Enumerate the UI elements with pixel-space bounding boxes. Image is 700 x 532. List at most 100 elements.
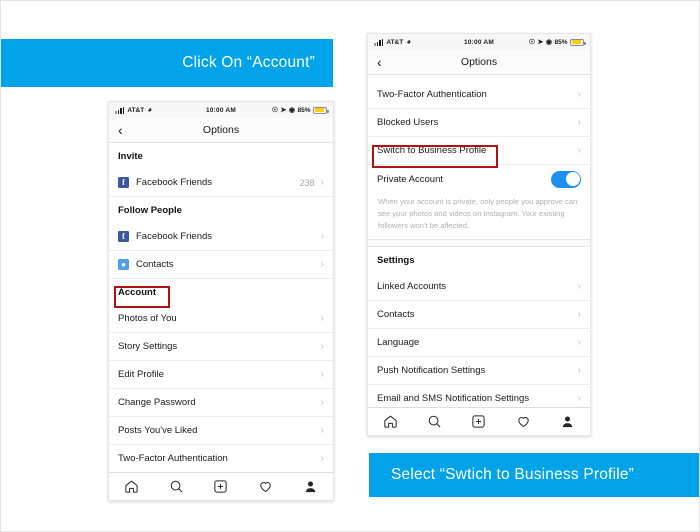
- list-item-contacts[interactable]: Contacts ›: [368, 301, 590, 330]
- section-header-invite: Invite: [109, 143, 333, 169]
- nav-bar-right: ‹ Options: [368, 50, 590, 75]
- rotation-lock-icon: ◉: [545, 38, 552, 46]
- chevron-right-icon: ›: [577, 88, 581, 100]
- tab-bar-left[interactable]: [109, 472, 333, 500]
- chevron-right-icon: ›: [577, 364, 581, 376]
- list-item-label: Edit Profile: [118, 369, 164, 380]
- section-divider: [368, 239, 590, 248]
- list-item-two-factor-authentication[interactable]: Two-Factor Authentication ›: [109, 445, 333, 472]
- search-icon[interactable]: [427, 414, 442, 429]
- facebook-icon: f: [118, 231, 129, 242]
- list-item-change-password[interactable]: Change Password ›: [109, 389, 333, 417]
- location-arrow-icon: ➤: [280, 106, 287, 114]
- list-item-label: Change Password: [118, 397, 196, 408]
- alarm-icon: ☉: [528, 38, 535, 46]
- page-title: Options: [202, 124, 240, 136]
- chevron-right-icon: ›: [320, 368, 324, 380]
- profile-icon[interactable]: [303, 479, 318, 494]
- search-icon[interactable]: [169, 479, 184, 494]
- section-header-label: Follow People: [118, 204, 182, 216]
- list-item-push-notification-settings[interactable]: Push Notification Settings ›: [368, 357, 590, 386]
- chevron-right-icon: ›: [577, 144, 581, 156]
- nav-bar-left: ‹ Options: [109, 118, 333, 143]
- contacts-icon: ●: [118, 259, 129, 270]
- list-item-label: Private Account: [377, 173, 444, 185]
- activity-heart-icon[interactable]: [258, 479, 273, 494]
- list-item-contacts[interactable]: ● Contacts ›: [109, 251, 333, 279]
- facebook-icon: f: [118, 177, 129, 188]
- list-item-label: Posts You've Liked: [118, 425, 198, 436]
- carrier-label: AT&T: [127, 106, 145, 114]
- private-account-description: When your account is private, only peopl…: [378, 197, 578, 230]
- screenshot-canvas: Click On “Account” Select “Swtich to Bus…: [0, 0, 700, 532]
- chevron-left-icon[interactable]: ‹: [118, 123, 123, 137]
- chevron-right-icon: ›: [320, 176, 324, 188]
- status-bar-time: 10:00 AM: [464, 38, 494, 46]
- wifi-icon: ◕: [406, 37, 412, 46]
- list-item-email-and-sms-notification-settings[interactable]: Email and SMS Notification Settings ›: [368, 385, 590, 407]
- list-item-label: Photos of You: [118, 313, 177, 324]
- list-item-label: Linked Accounts: [377, 281, 447, 293]
- list-item-posts-youve-liked[interactable]: Posts You've Liked ›: [109, 417, 333, 445]
- section-header-account[interactable]: Account: [109, 279, 333, 305]
- list-item-count: 238: [299, 177, 315, 188]
- list-item-edit-profile[interactable]: Edit Profile ›: [109, 361, 333, 389]
- list-item-label: Switch to Business Profile: [377, 145, 487, 156]
- location-arrow-icon: ➤: [537, 38, 544, 46]
- chevron-left-icon[interactable]: ‹: [377, 55, 382, 69]
- home-icon[interactable]: [124, 479, 139, 494]
- rotation-lock-icon: ◉: [288, 106, 295, 114]
- list-item-facebook-friends-invite[interactable]: f Facebook Friends 238 ›: [109, 169, 333, 197]
- list-item-facebook-friends-follow[interactable]: f Facebook Friends ›: [109, 223, 333, 251]
- carrier-label: AT&T: [386, 38, 404, 46]
- list-item-label: Two-Factor Authentication: [377, 89, 487, 100]
- list-item-label: Contacts: [136, 259, 174, 270]
- section-header-label: Invite: [118, 150, 143, 162]
- tab-bar-right[interactable]: [368, 407, 590, 435]
- profile-icon[interactable]: [560, 414, 575, 429]
- phone-screenshot-left: AT&T ◕ 10:00 AM ☉ ➤ ◉ 85% ‹ Options Invi…: [108, 101, 334, 501]
- private-account-toggle[interactable]: [551, 170, 581, 188]
- chevron-right-icon: ›: [320, 312, 324, 324]
- section-header-label: Account: [118, 286, 156, 298]
- page-title: Options: [460, 56, 498, 68]
- list-item-photos-of-you[interactable]: Photos of You ›: [109, 305, 333, 333]
- list-item-blocked-users[interactable]: Blocked Users ›: [368, 109, 590, 137]
- chevron-right-icon: ›: [320, 452, 324, 464]
- chevron-right-icon: ›: [320, 340, 324, 352]
- activity-heart-icon[interactable]: [516, 414, 531, 429]
- battery-percent-label: 85%: [554, 38, 568, 46]
- toggle-knob: [565, 172, 580, 186]
- status-bar-left: AT&T ◕ 10:00 AM ☉ ➤ ◉ 85%: [109, 102, 333, 118]
- status-bar-left-group: AT&T ◕: [374, 38, 464, 46]
- section-header-settings: Settings: [368, 247, 590, 273]
- list-item-switch-to-business-profile[interactable]: Switch to Business Profile ›: [368, 137, 590, 165]
- list-item-two-factor-authentication[interactable]: Two-Factor Authentication ›: [368, 81, 590, 109]
- list-item-label: Blocked Users: [377, 117, 439, 128]
- list-item-label: Facebook Friends: [136, 177, 213, 188]
- status-bar-right-group: ☉ ➤ ◉ 85%: [236, 106, 329, 114]
- chevron-right-icon: ›: [577, 308, 581, 320]
- options-list-right[interactable]: Two-Factor Authentication › Blocked User…: [368, 75, 590, 407]
- list-item-label: Email and SMS Notification Settings: [377, 393, 530, 405]
- list-item-label: Story Settings: [118, 341, 178, 352]
- status-bar-time: 10:00 AM: [206, 106, 236, 114]
- list-item-story-settings[interactable]: Story Settings ›: [109, 333, 333, 361]
- list-item-linked-accounts[interactable]: Linked Accounts ›: [368, 273, 590, 302]
- instruction-banner-right-text: Select “Swtich to Business Profile”: [391, 466, 635, 483]
- battery-percent-label: 85%: [297, 106, 311, 114]
- chevron-right-icon: ›: [577, 392, 581, 404]
- chevron-right-icon: ›: [320, 230, 324, 242]
- add-post-icon[interactable]: [213, 479, 228, 494]
- list-item-private-account[interactable]: Private Account: [368, 165, 590, 193]
- add-post-icon[interactable]: [471, 414, 486, 429]
- home-icon[interactable]: [383, 414, 398, 429]
- alarm-icon: ☉: [271, 106, 278, 114]
- list-item-language[interactable]: Language ›: [368, 329, 590, 358]
- chevron-right-icon: ›: [320, 396, 324, 408]
- list-item-label: Two-Factor Authentication: [118, 453, 228, 464]
- options-list-left[interactable]: Invite f Facebook Friends 238 › Follow P…: [109, 143, 333, 472]
- signal-bars-icon: [374, 38, 384, 46]
- instruction-banner-left: Click On “Account”: [1, 39, 333, 87]
- status-bar-right-group: ☉ ➤ ◉ 85%: [494, 38, 586, 46]
